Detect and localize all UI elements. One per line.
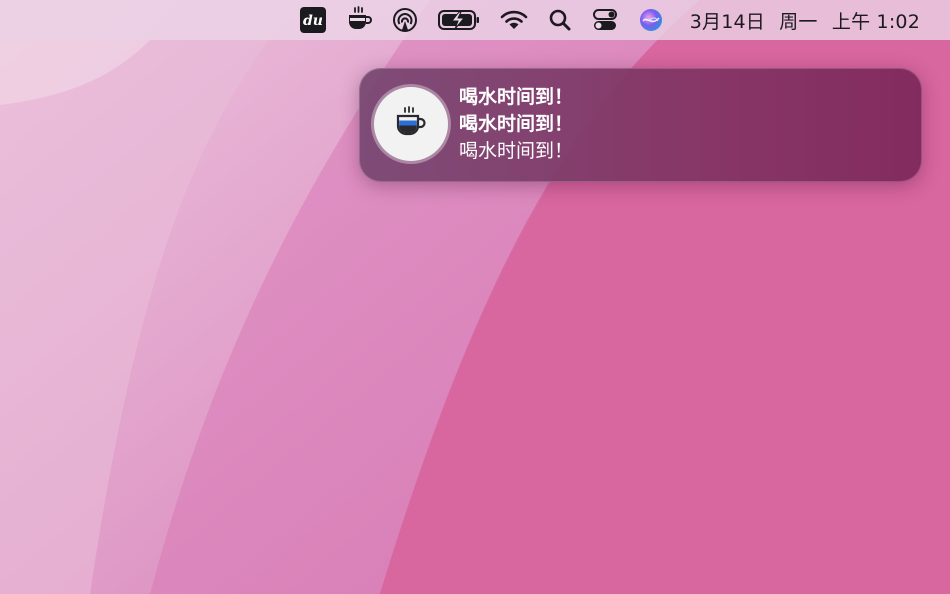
siri-icon[interactable] [638,0,664,40]
clock-weekday: 周一 [779,10,818,33]
notification-subtitle: 喝水时间到！ [459,113,574,135]
clock-date: 3月14日 [689,10,765,33]
battery-charging-icon[interactable] [437,0,480,40]
coffee-cup-icon[interactable] [346,0,372,40]
du-app-icon[interactable]: du [299,0,326,40]
desktop: du 3月14日 周一 上午 1:02 喝水时间到！ 喝水时间到！ 喝水时间到！ [0,0,950,594]
clock-time: 上午 1:02 [831,10,920,33]
menu-bar: du 3月14日 周一 上午 1:02 [0,0,950,40]
notification-text: 喝水时间到！ 喝水时间到！ 喝水时间到！ [459,84,573,165]
airdrop-icon[interactable] [392,0,418,40]
water-cup-icon [374,87,448,161]
spotlight-search-icon[interactable] [548,0,572,40]
wifi-icon[interactable] [500,0,528,40]
notification-body: 喝水时间到！ [459,140,574,162]
notification-banner[interactable]: 喝水时间到！ 喝水时间到！ 喝水时间到！ [359,68,922,182]
control-center-icon[interactable] [592,0,618,40]
menu-bar-clock[interactable]: 3月14日 周一 上午 1:02 [690,7,920,34]
notification-title: 喝水时间到！ [459,86,574,108]
du-label: du [303,13,323,29]
